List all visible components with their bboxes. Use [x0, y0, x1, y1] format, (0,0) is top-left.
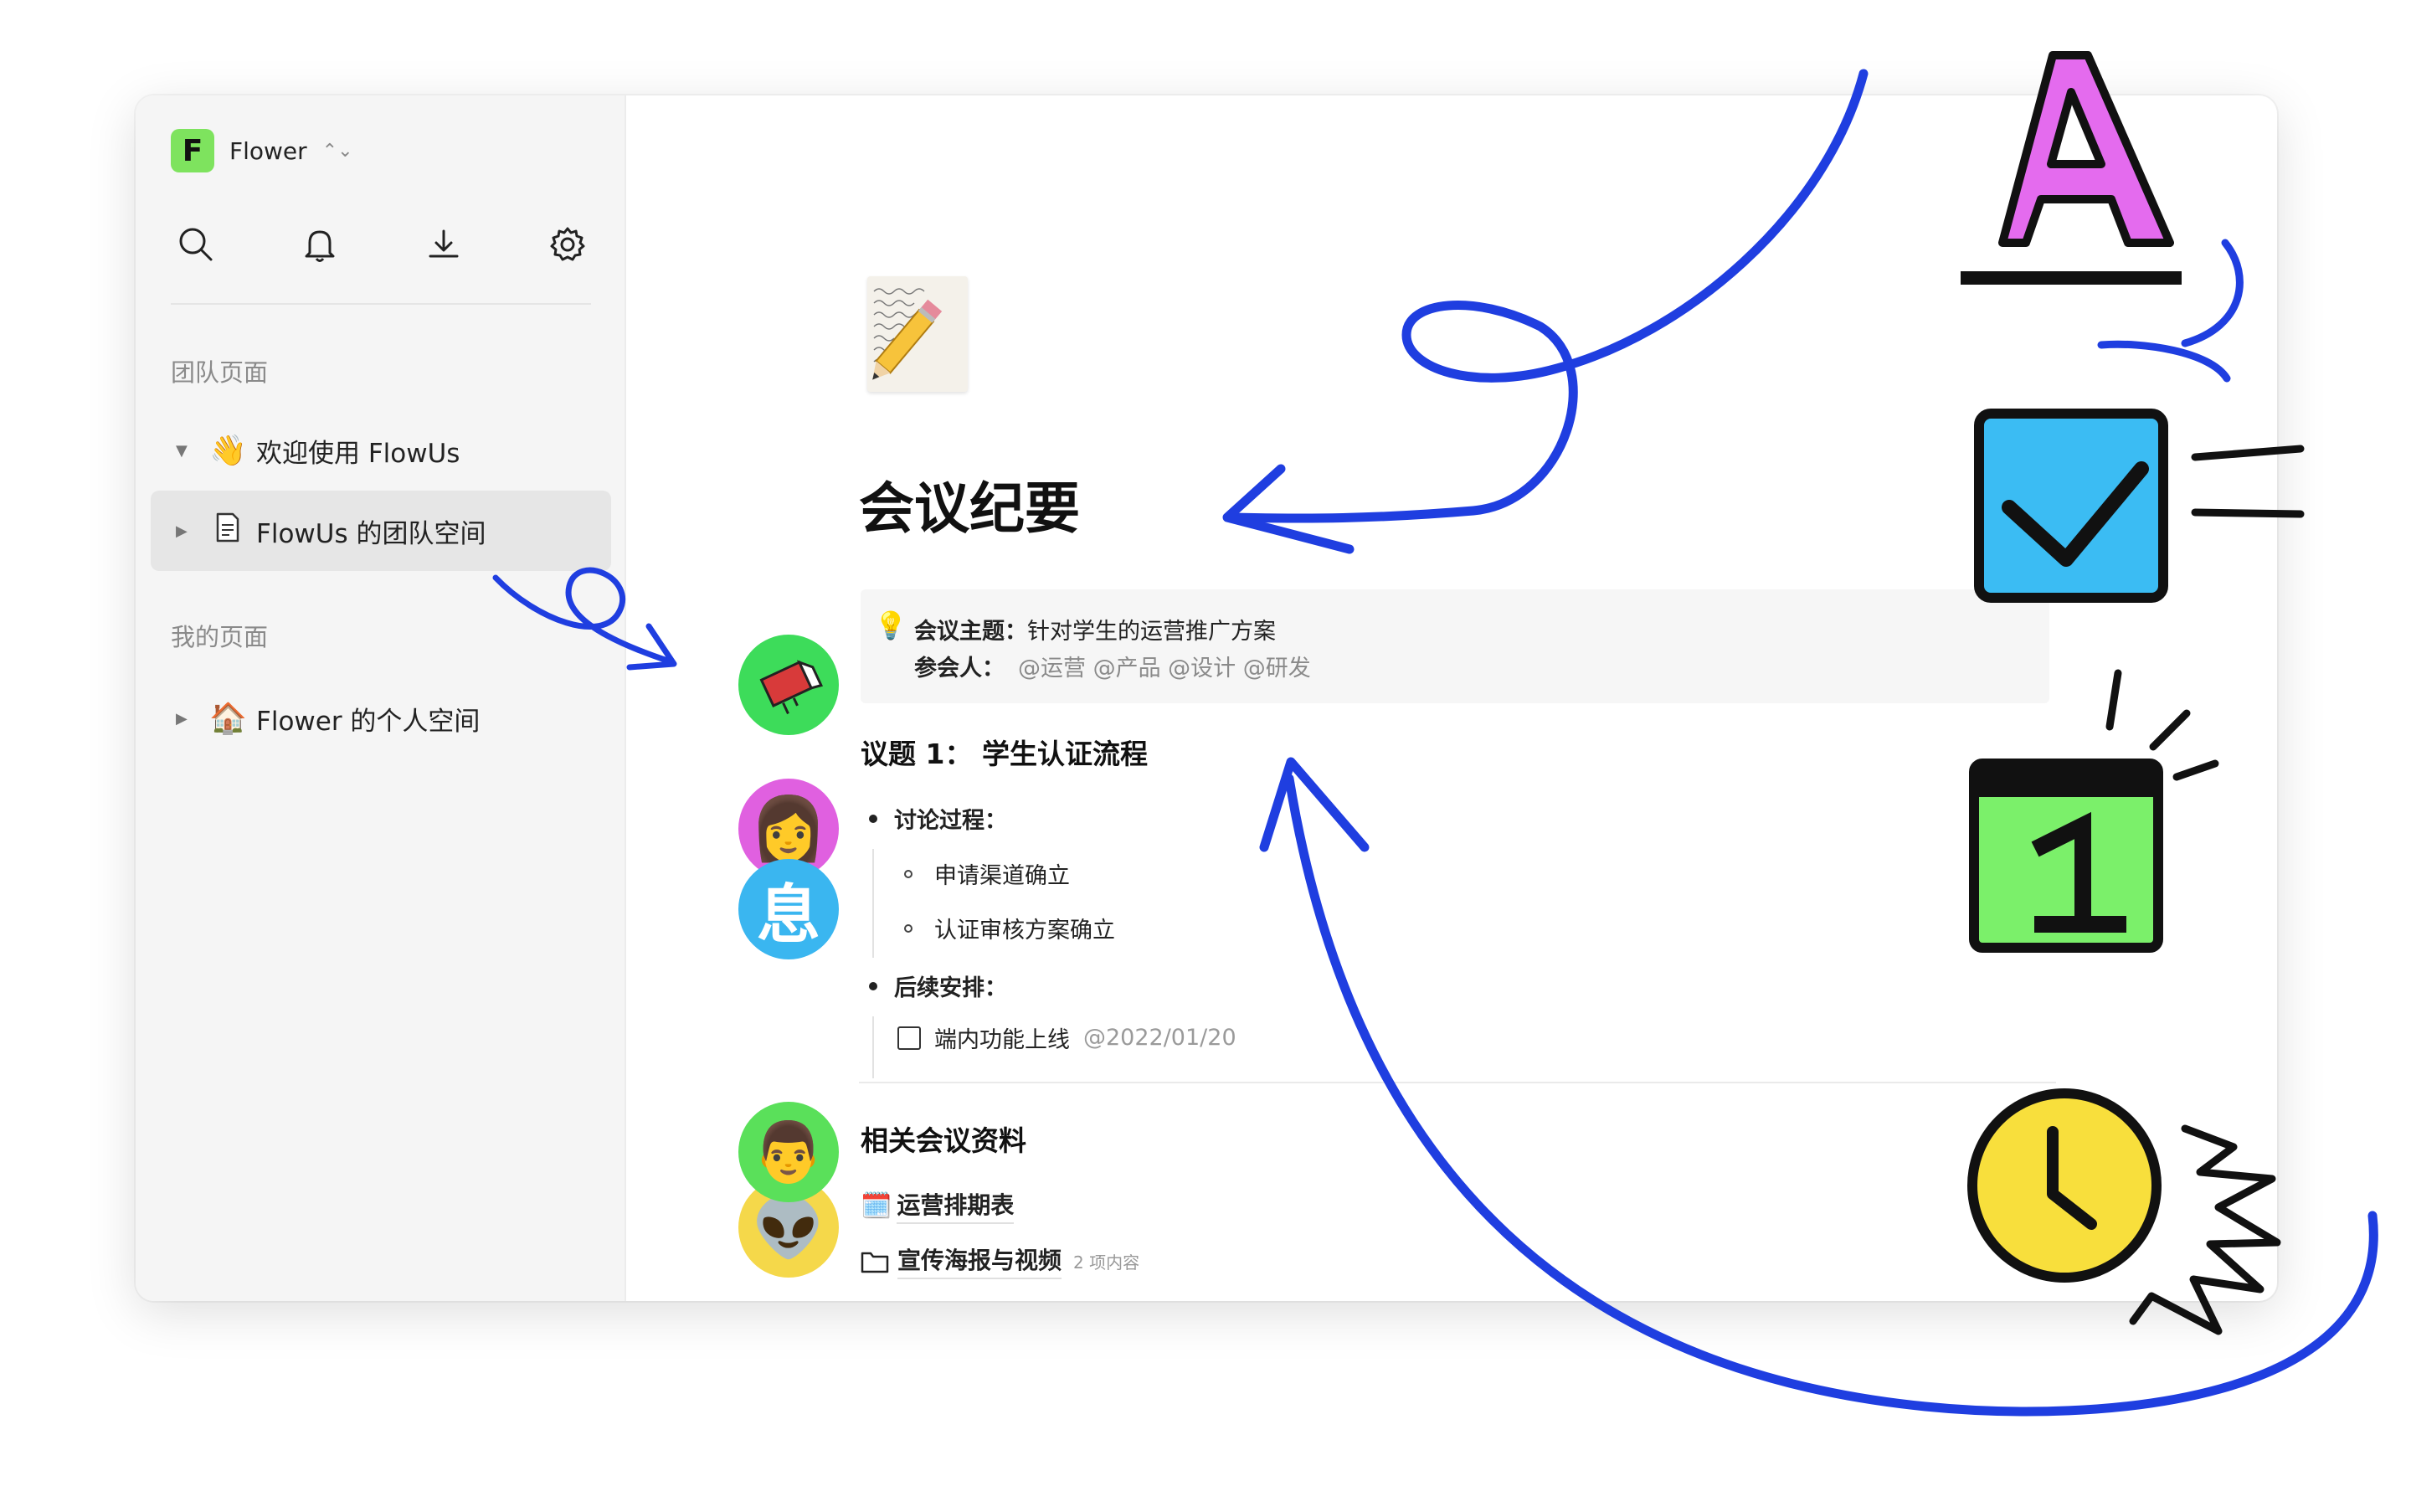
- bell-icon[interactable]: [295, 219, 345, 270]
- chevron-updown-icon: ⌃⌄: [321, 140, 353, 162]
- page-icon: [209, 512, 246, 550]
- my-section-title: 我的页面: [171, 623, 269, 651]
- bullet-circle: [904, 869, 912, 878]
- team-section-title: 团队页面: [171, 358, 269, 387]
- sidebar-divider: [171, 303, 591, 305]
- section-divider: [859, 1082, 2056, 1083]
- bullet-dot: [869, 814, 877, 823]
- bullet-circle: [904, 923, 912, 933]
- workspace-name: Flower: [229, 136, 307, 165]
- todo-checkbox[interactable]: [897, 1026, 921, 1050]
- app-window: F Flower ⌃⌄ 团队页面 ▼ 👋 欢迎使用 FlowUs ▶ FlowU…: [136, 95, 2277, 1301]
- caret-right-icon[interactable]: ▶: [176, 522, 193, 540]
- link-schedule[interactable]: 🗓️ 运营排期表: [861, 1187, 1015, 1224]
- lightbulb-icon: 💡: [874, 609, 907, 641]
- nested-line: [872, 1016, 874, 1078]
- workspace-switcher[interactable]: F Flower ⌃⌄: [171, 129, 353, 172]
- list-item-text: 申请渠道确立: [934, 863, 1070, 889]
- todo-item: 端内功能上线 @2022/01/20: [897, 1021, 1236, 1054]
- link-label: 宣传海报与视频: [897, 1242, 1062, 1279]
- sidebar-item-team-space[interactable]: ▶ FlowUs 的团队空间: [151, 491, 611, 571]
- download-icon[interactable]: [419, 219, 469, 270]
- link-label: 运营排期表: [897, 1187, 1015, 1224]
- calendar-icon: 🗓️: [861, 1191, 892, 1221]
- sidebar-item-label: FlowUs 的团队空间: [256, 518, 486, 549]
- folder-icon: [861, 1248, 889, 1273]
- caret-right-icon[interactable]: ▶: [176, 710, 193, 728]
- search-icon[interactable]: [171, 219, 221, 270]
- discussion-label: 讨论过程：: [894, 808, 1007, 834]
- list-item: 认证审核方案确立: [904, 912, 1115, 944]
- list-item-text: 认证审核方案确立: [934, 918, 1115, 944]
- topic-label: 会议主题：: [914, 619, 1027, 645]
- book-avatar: [738, 635, 839, 735]
- callout-block: 💡 会议主题：针对学生的运营推广方案 参会人： @运营 @产品 @设计 @研发: [861, 589, 2049, 703]
- todo-label: 端内功能上线: [934, 1027, 1070, 1053]
- sidebar-item-label: Flower 的个人空间: [256, 706, 481, 737]
- man-avatar: 👨: [738, 1102, 839, 1202]
- caret-down-icon[interactable]: ▼: [176, 442, 193, 460]
- sidebar: F Flower ⌃⌄ 团队页面 ▼ 👋 欢迎使用 FlowUs ▶ FlowU…: [136, 95, 626, 1301]
- meeting-topic: 会议主题：针对学生的运营推广方案: [914, 613, 1276, 645]
- workspace-logo: F: [171, 129, 214, 172]
- main-content: 会议纪要 💡 会议主题：针对学生的运营推广方案 参会人： @运营 @产品 @设计 …: [626, 95, 2277, 1301]
- gear-icon[interactable]: [542, 219, 593, 270]
- bullet-dot: [869, 981, 877, 990]
- waving-hand-icon: 👋: [209, 434, 247, 468]
- todo-date[interactable]: @2022/01/20: [1083, 1025, 1236, 1051]
- list-item: 申请渠道确立: [904, 857, 1070, 890]
- rest-avatar: 息: [738, 859, 839, 959]
- sidebar-toolbar: [171, 219, 589, 270]
- related-heading: 相关会议资料: [861, 1124, 1026, 1157]
- attendees-mentions[interactable]: @运营 @产品 @设计 @研发: [1018, 656, 1311, 681]
- sidebar-item-personal-space[interactable]: ▶ 🏠 Flower 的个人空间: [151, 678, 611, 759]
- discussion-bullet: 讨论过程：: [869, 802, 1007, 835]
- attendees-row: 参会人： @运营 @产品 @设计 @研发: [914, 650, 1311, 682]
- link-folder[interactable]: 宣传海报与视频 2 项内容: [861, 1242, 1139, 1279]
- sidebar-item-welcome[interactable]: ▼ 👋 欢迎使用 FlowUs: [151, 410, 611, 491]
- house-icon: 🏠: [209, 702, 247, 736]
- followup-label: 后续安排：: [894, 975, 1007, 1001]
- nested-line: [872, 849, 874, 958]
- page-title: 会议纪要: [859, 476, 1080, 541]
- agenda-heading: 议题 1： 学生认证流程: [861, 738, 1148, 770]
- page-cover-memo-icon[interactable]: [867, 276, 968, 392]
- link-meta: 2 项内容: [1073, 1252, 1140, 1273]
- followup-bullet: 后续安排：: [869, 969, 1007, 1002]
- sidebar-item-label: 欢迎使用 FlowUs: [256, 438, 460, 469]
- attendees-label: 参会人：: [914, 656, 1005, 681]
- topic-value: 针对学生的运营推广方案: [1027, 619, 1276, 645]
